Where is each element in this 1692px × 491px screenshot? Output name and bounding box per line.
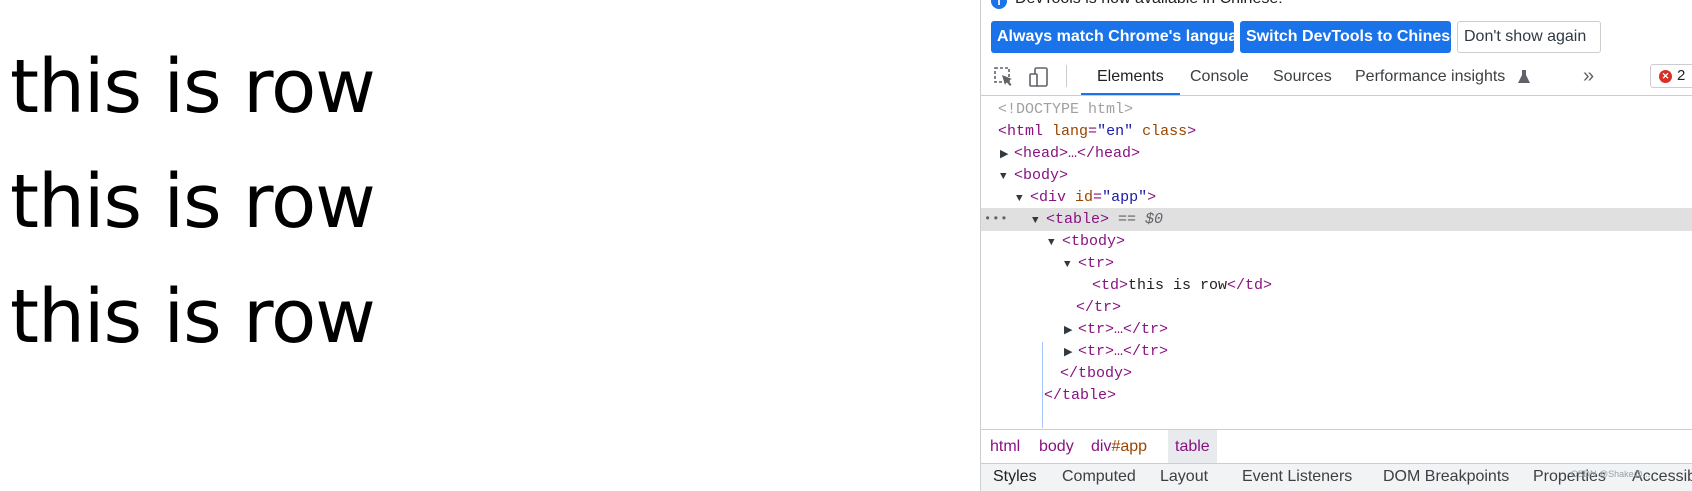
- tree-node-tbody[interactable]: ▼ <tbody>: [981, 230, 1692, 253]
- tree-node-body[interactable]: ▼ <body>: [981, 164, 1692, 187]
- tab-performance-insights-label: Performance insights: [1355, 68, 1506, 85]
- tab-computed[interactable]: Computed: [1062, 468, 1136, 486]
- table-row: this is row: [10, 159, 376, 245]
- table-row: this is row: [10, 274, 376, 360]
- td-text: this is row: [1128, 277, 1228, 294]
- breadcrumb-body[interactable]: body: [1032, 430, 1081, 463]
- tbody-tag: <tbody>: [1062, 233, 1126, 250]
- attr-name: lang: [1052, 123, 1089, 140]
- div-tag: <div: [1030, 189, 1067, 206]
- tree-node-tr-collapsed[interactable]: ▶ <tr>…</tr>: [981, 340, 1692, 363]
- device-toolbar-icon[interactable]: [1028, 66, 1050, 88]
- tree-node-tr-close[interactable]: </tr>: [981, 296, 1692, 319]
- html-tag: <html: [998, 123, 1044, 140]
- tree-node-doctype[interactable]: <!DOCTYPE html>: [981, 98, 1692, 121]
- tab-sources[interactable]: Sources: [1257, 58, 1348, 95]
- breadcrumb-div-app[interactable]: div#app: [1084, 430, 1154, 463]
- breadcrumb-table[interactable]: table: [1168, 430, 1217, 463]
- attr-value: "en": [1097, 123, 1134, 140]
- tab-performance-insights[interactable]: Performance insights: [1339, 58, 1545, 95]
- tree-node-tr-collapsed[interactable]: ▶ <tr>…</tr>: [981, 318, 1692, 341]
- breadcrumb-label: table: [1175, 438, 1210, 455]
- head-tag: <head>…</head>: [1014, 145, 1141, 162]
- table-row: this is row: [10, 44, 376, 130]
- tree-node-html[interactable]: <html lang="en" class>: [981, 120, 1692, 143]
- tr-tag: <tr>: [1078, 255, 1115, 272]
- watermark-text: CSDN @Shake@...: [1571, 469, 1651, 479]
- tree-node-table-close[interactable]: </table>: [981, 384, 1692, 407]
- attr-name: id: [1075, 189, 1094, 206]
- inspect-element-icon[interactable]: [993, 66, 1015, 88]
- error-icon: ✕: [1659, 70, 1672, 83]
- tab-console[interactable]: Console: [1174, 58, 1265, 95]
- more-tabs-button[interactable]: »: [1583, 58, 1594, 95]
- td-open-tag: <td>: [1092, 277, 1129, 294]
- language-notice-bar: i DevTools is now available in Chinese! …: [981, 0, 1692, 58]
- flask-icon: [1517, 58, 1531, 95]
- tab-dom-breakpoints[interactable]: DOM Breakpoints: [1383, 468, 1509, 486]
- notice-text: DevTools is now available in Chinese!: [1015, 0, 1283, 8]
- table-tag: <table>: [1046, 211, 1110, 228]
- more-options-icon[interactable]: •••: [984, 208, 1009, 231]
- breadcrumb-label: body: [1039, 438, 1074, 455]
- tree-node-table-selected[interactable]: ••• ▼ <table> == $0: [981, 208, 1692, 231]
- table-close-tag: </table>: [1044, 387, 1117, 404]
- devtools-toolbar: Elements Console Sources Performance ins…: [981, 58, 1692, 96]
- tr-collapsed-tag: <tr>…</tr>: [1078, 321, 1169, 338]
- error-count: 2: [1677, 67, 1686, 84]
- attr-value: "app": [1102, 189, 1148, 206]
- breadcrumb-label: html: [990, 438, 1021, 455]
- attr-name: class: [1142, 123, 1188, 140]
- tr-collapsed-tag: <tr>…</tr>: [1078, 343, 1169, 360]
- always-match-language-button[interactable]: Always match Chrome's language: [991, 21, 1256, 53]
- elements-tree: <!DOCTYPE html> <html lang="en" class> ▶…: [981, 98, 1692, 428]
- body-tag: <body>: [1014, 167, 1069, 184]
- tab-styles[interactable]: Styles: [993, 468, 1037, 486]
- tbody-close-tag: </tbody>: [1060, 365, 1133, 382]
- error-count-badge[interactable]: ✕ 2: [1650, 64, 1692, 88]
- td-close-tag: </td>: [1227, 277, 1273, 294]
- breadcrumb-id: #app: [1111, 438, 1148, 455]
- tree-node-td[interactable]: <td>this is row</td>: [981, 274, 1692, 297]
- tab-event-listeners[interactable]: Event Listeners: [1242, 468, 1352, 486]
- doctype-text: <!DOCTYPE html>: [998, 101, 1134, 118]
- breadcrumb-label: div: [1091, 438, 1112, 455]
- selected-node-marker: == $0: [1118, 211, 1164, 228]
- tree-node-head[interactable]: ▶ <head>…</head>: [981, 142, 1692, 165]
- breadcrumb-html[interactable]: html: [983, 430, 1027, 463]
- toolbar-divider: [1066, 65, 1067, 87]
- tree-node-tr[interactable]: ▼ <tr>: [981, 252, 1692, 275]
- info-icon: i: [991, 0, 1007, 9]
- page-viewport: this is row this is row this is row: [0, 0, 980, 491]
- tab-layout[interactable]: Layout: [1160, 468, 1208, 486]
- dont-show-again-button[interactable]: Don't show again: [1457, 21, 1601, 53]
- tr-close-tag: </tr>: [1076, 299, 1122, 316]
- switch-to-chinese-button[interactable]: Switch DevTools to Chinese: [1240, 21, 1459, 53]
- breadcrumb: html body div#app table: [981, 429, 1692, 463]
- tab-elements[interactable]: Elements: [1081, 58, 1180, 95]
- devtools-panel: i DevTools is now available in Chinese! …: [980, 0, 1692, 491]
- tree-node-div-app[interactable]: ▼ <div id="app">: [981, 186, 1692, 209]
- tree-node-tbody-close[interactable]: </tbody>: [981, 362, 1692, 385]
